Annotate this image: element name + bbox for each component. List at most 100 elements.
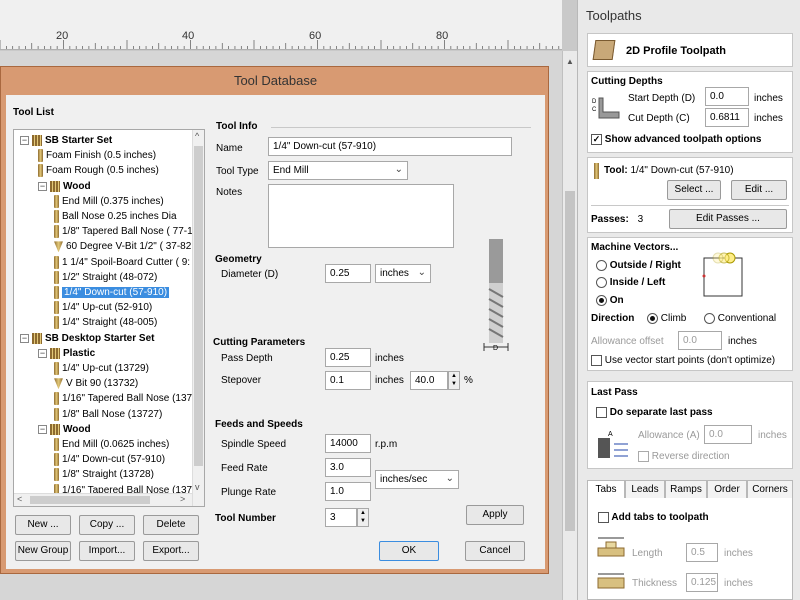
tree-tool-item[interactable]: 1 1/4" Spoil-Board Cutter ( 9: [54,255,190,270]
new-tool-button[interactable]: New ... [15,515,71,535]
tab-tabs[interactable]: Tabs [587,480,625,499]
tool-tree[interactable]: − SB Starter Set Foam Finish (0.5 inches) F… [13,129,205,507]
tree-tool-item[interactable]: V Bit 90 (13732) [54,376,138,391]
scroll-down-icon[interactable]: v [195,482,200,492]
show-advanced-option[interactable]: ✓ Show advanced toolpath options [591,134,761,145]
canvas-vertical-scrollbar[interactable]: ▲ [562,51,577,600]
separate-last-pass-option[interactable]: Do separate last pass [596,407,713,418]
stepover-spinner[interactable]: ▲ ▼ [448,371,460,390]
on-option[interactable]: On [596,295,624,306]
collapse-icon[interactable]: − [38,424,47,434]
delete-tool-button[interactable]: Delete [143,515,199,535]
tree-tool-item[interactable]: 1/4" Down-cut (57-910) [54,452,165,467]
tab-corners[interactable]: Corners [747,480,793,499]
tool-name-input[interactable]: 1/4" Down-cut (57-910) [268,137,512,156]
reverse-direction-option[interactable]: Reverse direction [638,451,730,462]
tool-type-select[interactable]: End Mill ⌄ [268,161,408,180]
checkbox-icon[interactable] [596,407,607,418]
tree-group-item[interactable]: − Wood [38,179,91,194]
tree-tool-item[interactable]: 1/8" Ball Nose (13727) [54,407,162,422]
tab-length-input[interactable]: 0.5 [686,543,718,562]
radio-selected-icon[interactable] [647,313,658,324]
import-button[interactable]: Import... [79,541,135,561]
tree-group-item[interactable]: − Wood [38,422,91,437]
apply-button[interactable]: Apply [466,505,524,525]
tree-tool-item[interactable]: 1/4" Straight (48-005) [54,315,157,330]
collapse-icon[interactable]: − [20,136,29,145]
edit-tool-button[interactable]: Edit ... [731,180,787,200]
spin-up-icon[interactable]: ▲ [358,509,368,517]
spin-down-icon[interactable]: ▼ [358,517,368,525]
ok-button[interactable]: OK [379,541,439,561]
spin-up-icon[interactable]: ▲ [449,372,459,380]
tool-number-spinner[interactable]: ▲ ▼ [357,508,369,527]
stepover-percent-input[interactable]: 40.0 [410,371,448,390]
tree-tool-item[interactable]: Foam Rough (0.5 inches) [38,163,159,178]
radio-selected-icon[interactable] [596,295,607,306]
collapse-icon[interactable]: − [38,348,47,358]
spindle-speed-input[interactable]: 14000 [325,434,371,453]
scrollbar-thumb[interactable] [30,496,150,504]
outside-right-option[interactable]: Outside / Right [596,260,681,271]
checkbox-icon[interactable] [598,512,609,523]
conventional-option[interactable]: Conventional [704,313,776,324]
scroll-right-icon[interactable]: > [180,494,185,504]
tree-group-item[interactable]: − Plastic [38,346,95,361]
tree-root-item[interactable]: − SB Desktop Starter Set [20,331,154,346]
feed-rate-input[interactable]: 3.0 [325,458,371,477]
export-button[interactable]: Export... [143,541,199,561]
tree-tool-item[interactable]: 1/4" Up-cut (52-910) [54,300,152,315]
cut-depth-input[interactable]: 0.6811 [705,108,749,127]
climb-option[interactable]: Climb [647,313,686,324]
edit-passes-button[interactable]: Edit Passes ... [669,209,787,229]
copy-tool-button[interactable]: Copy ... [79,515,135,535]
tree-tool-item[interactable]: 1/2" Straight (48-072) [54,270,157,285]
tree-tool-item[interactable]: 1/8" Tapered Ball Nose ( 77-1 [54,224,193,239]
diameter-input[interactable]: 0.25 [325,264,371,283]
tree-root-item[interactable]: − SB Starter Set [20,133,112,148]
collapse-icon[interactable]: − [20,333,29,343]
cancel-button[interactable]: Cancel [465,541,525,561]
new-group-button[interactable]: New Group [15,541,71,561]
plunge-rate-input[interactable]: 1.0 [325,482,371,501]
vector-start-option[interactable]: Use vector start points (don't optimize) [591,355,775,366]
tool-number-input[interactable]: 3 [325,508,357,527]
notes-textarea[interactable] [268,184,454,248]
scrollbar-thumb[interactable] [194,146,203,466]
scrollbar-thumb[interactable] [565,191,575,531]
select-tool-button[interactable]: Select ... [667,180,721,200]
tree-tool-item[interactable]: Foam Finish (0.5 inches) [38,148,156,163]
scroll-up-icon[interactable]: ^ [195,131,199,141]
tree-tool-item[interactable]: 1/16" Tapered Ball Nose (137 [54,391,192,406]
tree-vertical-scrollbar[interactable]: ^ v [192,130,204,506]
add-tabs-option[interactable]: Add tabs to toolpath [598,512,709,523]
tree-tool-item[interactable]: End Mill (0.375 inches) [54,194,164,209]
rate-units-select[interactable]: inches/sec ⌄ [375,470,459,489]
checkbox-icon[interactable] [638,451,649,462]
tab-ramps[interactable]: Ramps [665,480,707,499]
tab-order[interactable]: Order [707,480,747,499]
last-pass-allowance-input[interactable]: 0.0 [704,425,752,444]
tree-tool-item[interactable]: 1/4" Down-cut (57-910) [54,285,170,300]
checkbox-checked-icon[interactable]: ✓ [591,134,602,145]
pass-depth-input[interactable]: 0.25 [325,348,371,367]
tree-tool-item[interactable]: End Mill (0.0625 inches) [54,437,169,452]
tree-tool-item[interactable]: Ball Nose 0.25 inches Dia [54,209,177,224]
radio-icon[interactable] [596,277,607,288]
spin-down-icon[interactable]: ▼ [449,380,459,388]
tab-leads[interactable]: Leads [625,480,665,499]
checkbox-icon[interactable] [591,355,602,366]
tree-tool-item[interactable]: 60 Degree V-Bit 1/2" ( 37-82 [54,239,191,254]
diameter-units-select[interactable]: inches ⌄ [375,264,431,283]
scroll-left-icon[interactable]: < [17,494,22,504]
allowance-offset-input[interactable]: 0.0 [678,331,722,350]
tab-thickness-input[interactable]: 0.125 [686,573,718,592]
tree-tool-item[interactable]: 1/4" Up-cut (13729) [54,361,149,376]
tree-horizontal-scrollbar[interactable]: < > [14,493,192,506]
start-depth-input[interactable]: 0.0 [705,87,749,106]
collapse-icon[interactable]: − [38,181,47,191]
radio-icon[interactable] [596,260,607,271]
radio-icon[interactable] [704,313,715,324]
scroll-up-icon[interactable]: ▲ [566,57,574,66]
stepover-input[interactable]: 0.1 [325,371,371,390]
